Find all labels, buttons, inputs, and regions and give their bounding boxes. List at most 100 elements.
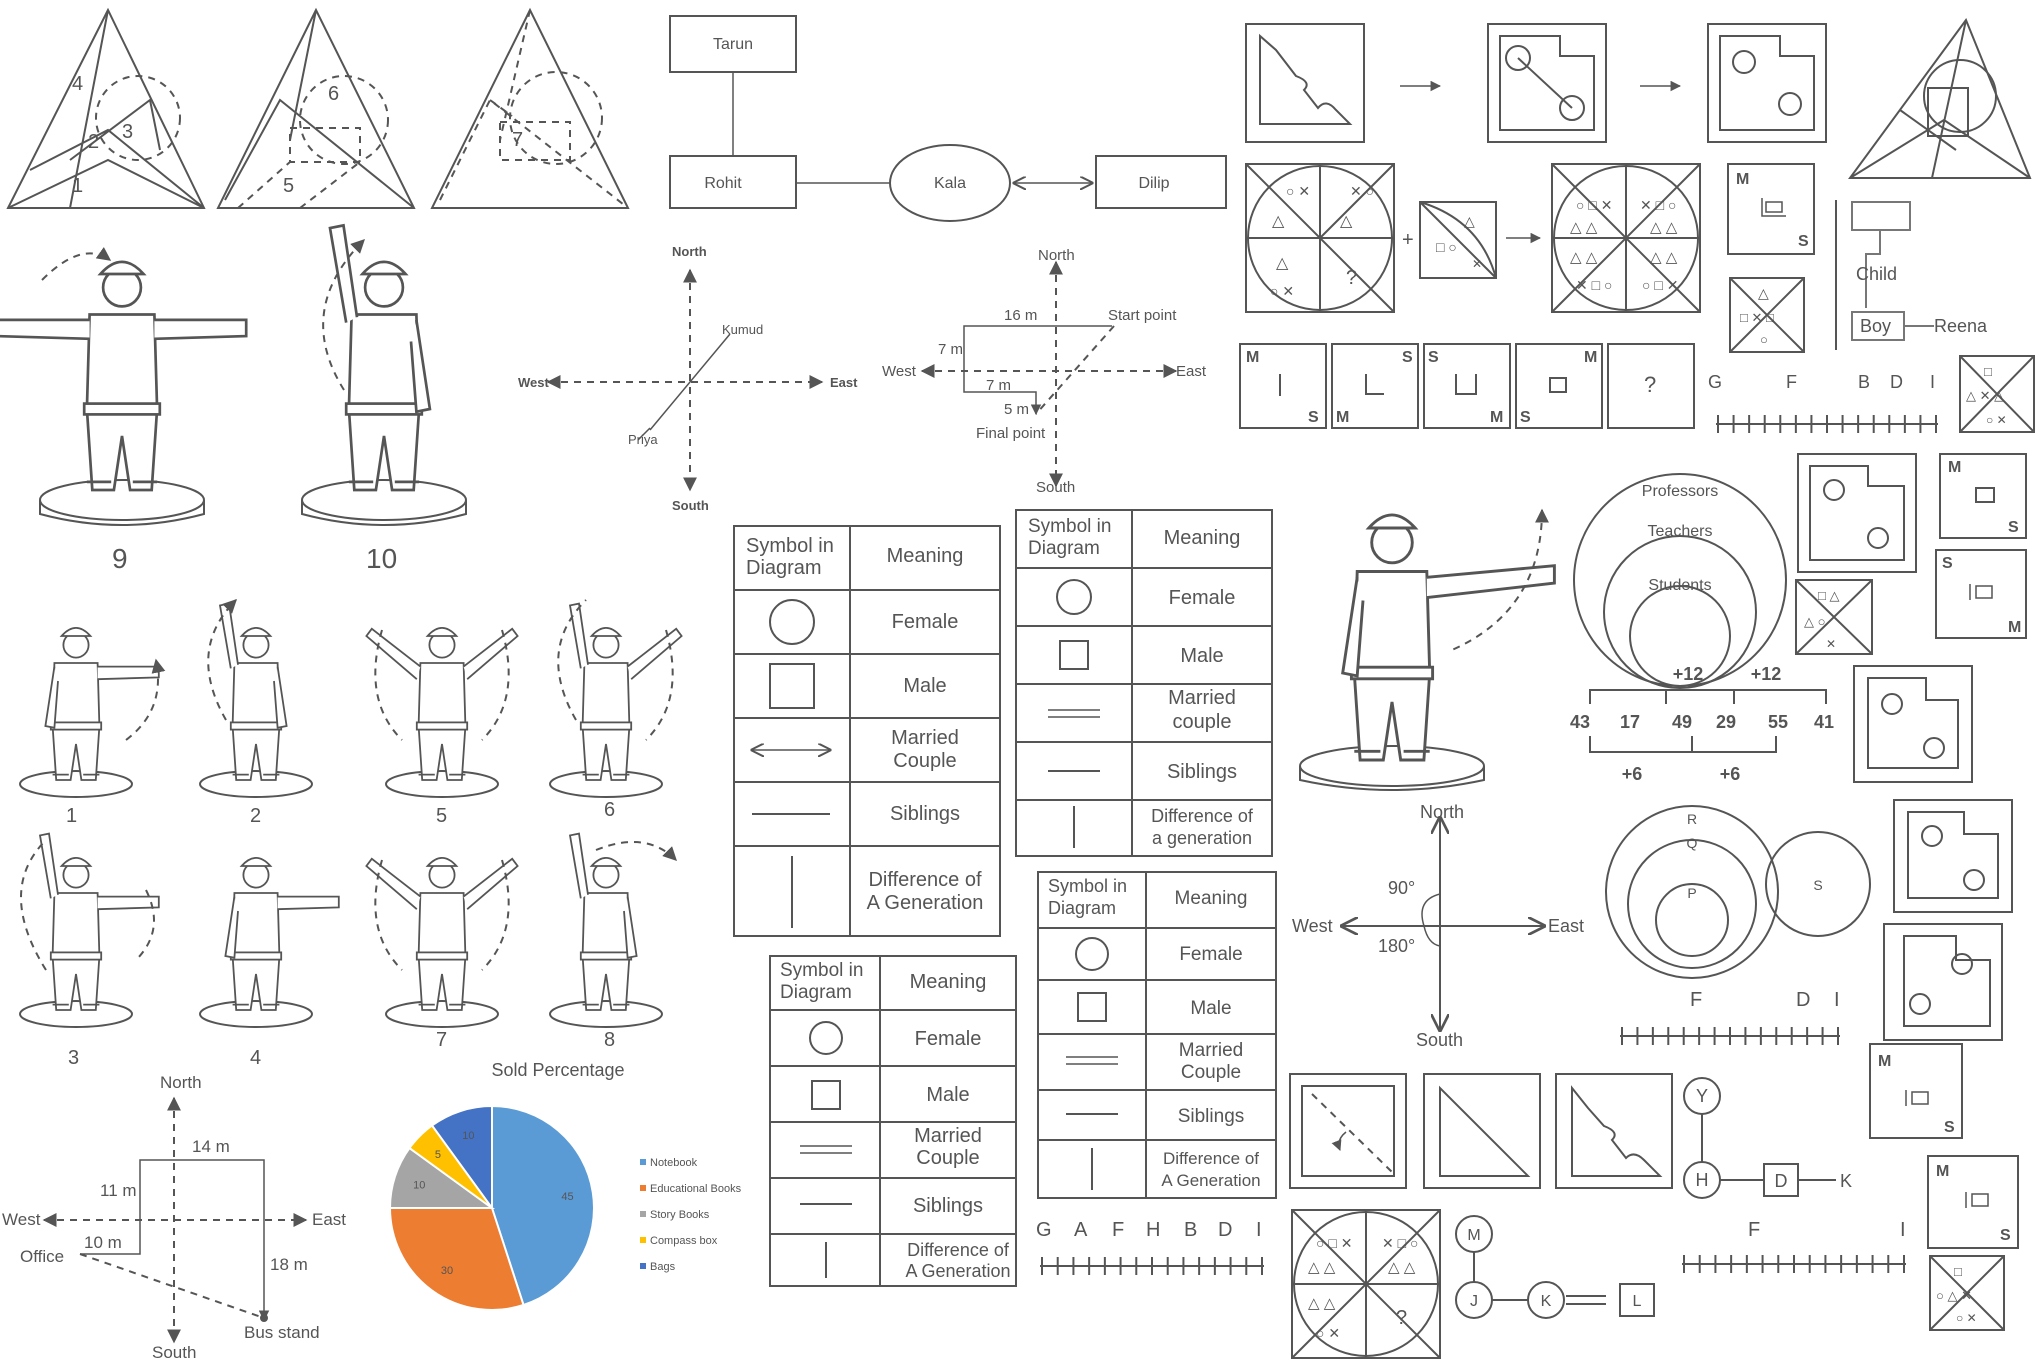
mini-puzzle-3: □ △ △ ○ ✕ [1795, 579, 1873, 655]
line-gafhbdi-h: H [1146, 1219, 1160, 1241]
plus-operator: + [1402, 229, 1414, 251]
officer-number-3: 3 [68, 1047, 79, 1069]
seq-3-m: M [1490, 409, 1503, 426]
svg-text:○: ○ [1760, 332, 1768, 347]
table-3-difference-a: Difference of [907, 1240, 1010, 1260]
series-bottom-2: +6 [1720, 764, 1741, 784]
svg-text:△: △ [1272, 213, 1285, 230]
compass-west-label: West [518, 375, 549, 390]
officer-number-1: 1 [66, 805, 77, 827]
table-2-female: Female [1169, 587, 1236, 609]
seq-4-m: M [1584, 349, 1597, 366]
line-fdi: F D I [1620, 989, 1840, 1045]
officer-small-5 [365, 627, 519, 798]
series-num-1: 43 [1570, 712, 1590, 732]
line-gafhbdi-i: I [1256, 1219, 1262, 1241]
circle-quadrant-puzzle: ○ ✕ ✕ ○ △ △ △ ○ ✕ ? + △ □ ○ ✕ ○ □ ✕ ✕ □ … [1245, 163, 1701, 313]
ms-card-c-m: M [1878, 1053, 1891, 1070]
symbol-table-4: Symbol in Diagram Meaning Female Male Ma… [1037, 871, 1277, 1199]
triangle-1-label-1: 1 [72, 175, 83, 197]
officer-figure-pointing [1299, 508, 1556, 791]
walk-distance-5m: 5 m [1004, 401, 1029, 418]
svg-text:○ ✕: ○ ✕ [1316, 1325, 1340, 1341]
compass-angles: North South West East 90° 180° [1292, 802, 1584, 1050]
series-top-1: +12 [1673, 664, 1704, 684]
svg-text:□ ✕ □: □ ✕ □ [1740, 310, 1774, 325]
ms-card-d: M S [1927, 1155, 2019, 1249]
officer-small-2 [199, 599, 313, 798]
seq-1-m: M [1246, 349, 1259, 366]
line-gfbdi-f: F [1786, 372, 1797, 392]
compass-south-label: South [672, 498, 709, 513]
family-m: M [1467, 1227, 1480, 1244]
svg-text:△ ✕ △: △ ✕ △ [1966, 388, 2004, 403]
bus-compass-south: South [152, 1343, 196, 1362]
svg-text:□: □ [1984, 364, 1992, 379]
ms-card-b-m: M [2008, 619, 2021, 636]
venn-professors: Professors Teachers Students [1573, 473, 1787, 689]
svg-text:✕: ✕ [1826, 637, 1836, 651]
symbol-table-4-header-symbol-a: Symbol in [1048, 876, 1127, 896]
svg-text:○ ✕: ○ ✕ [1270, 283, 1294, 299]
officer-number-8: 8 [604, 1029, 615, 1051]
family-y: Y [1696, 1086, 1708, 1106]
seq-2-s: S [1402, 349, 1413, 366]
bus-stand-label: Bus stand [244, 1323, 320, 1342]
triangle-1-label-3: 3 [122, 121, 133, 143]
table-1-difference-b: A Generation [867, 892, 984, 914]
series-num-3: 49 [1672, 712, 1692, 732]
angle-90: 90° [1388, 878, 1415, 898]
line-gfbdi-g: G [1708, 372, 1722, 392]
priya-label: Priya [628, 432, 658, 447]
legend-swatch [640, 1237, 646, 1243]
svg-text:□ △: □ △ [1818, 588, 1839, 603]
symbol-table-2: Symbol in Diagram Meaning Female Male Ma… [1015, 509, 1273, 857]
venn-p-label: P [1687, 885, 1696, 901]
legend-label: Compass box [650, 1235, 718, 1247]
legend-label: Notebook [650, 1157, 698, 1169]
table-3-female: Female [915, 1028, 982, 1050]
table-1-married-a: Married [891, 727, 959, 749]
svg-text:△ △: △ △ [1570, 219, 1598, 236]
ms-card-d-m: M [1936, 1163, 1949, 1180]
table-3-siblings: Siblings [913, 1195, 983, 1217]
table-1-married-b: Couple [893, 750, 956, 772]
svg-text:△ △: △ △ [1308, 1295, 1336, 1312]
svg-text:○ ✕: ○ ✕ [1986, 413, 2007, 427]
number-series: +12 +12 43 17 49 29 55 41 +6 +6 [1570, 664, 1834, 784]
seq-question: ? [1644, 372, 1656, 397]
table-3-male: Male [926, 1084, 969, 1106]
line-fi: F I [1682, 1219, 1906, 1273]
table-2-male: Male [1180, 645, 1223, 667]
family-j: J [1470, 1293, 1478, 1310]
triangle-figure-1: 4 2 3 1 [6, 7, 206, 209]
final-point-label: Final point [976, 425, 1046, 442]
series-top-2: +12 [1751, 664, 1782, 684]
officer-figure-10 [301, 224, 467, 526]
triangle-figure-3: 7 [430, 7, 630, 209]
venn-students-label: Students [1648, 577, 1711, 594]
officer-number-2: 2 [250, 805, 261, 827]
line-gafhbdi-a: A [1074, 1219, 1088, 1241]
walk-distance-7m-b: 7 m [986, 377, 1011, 394]
seq-3-s: S [1428, 349, 1439, 366]
fold-squares [1289, 1073, 1673, 1189]
child-label: Child [1856, 264, 1897, 284]
triangle-3-label-7: 7 [512, 129, 523, 151]
compass-walk-route: North South West East 16 m 7 m 7 m 5 m S… [882, 247, 1207, 496]
ms-card-a-m: M [1948, 459, 1961, 476]
officer-number-7: 7 [436, 1029, 447, 1051]
table-2-difference-b: a generation [1152, 828, 1252, 848]
svg-text:△: △ [1464, 213, 1475, 229]
ms-sequence-row: M S S M S M M S ? [1239, 343, 1695, 429]
compass-kumud-priya: North South West East Kumud Priya [518, 244, 858, 513]
table-3-married-b: Couple [916, 1147, 979, 1169]
line-fi-i: I [1900, 1219, 1906, 1241]
venn-r-label: R [1687, 811, 1697, 827]
compass-walk-east: East [1176, 363, 1207, 380]
compass-bus-stand: North South West East 14 m 11 m 10 m 18 … [2, 1073, 346, 1362]
table-4-difference-b: A Generation [1161, 1171, 1260, 1190]
angles-west: West [1292, 916, 1333, 936]
legend-swatch [640, 1159, 646, 1165]
symbol-table-1: Symbol in Diagram Meaning Female Male Ma… [733, 525, 1001, 937]
